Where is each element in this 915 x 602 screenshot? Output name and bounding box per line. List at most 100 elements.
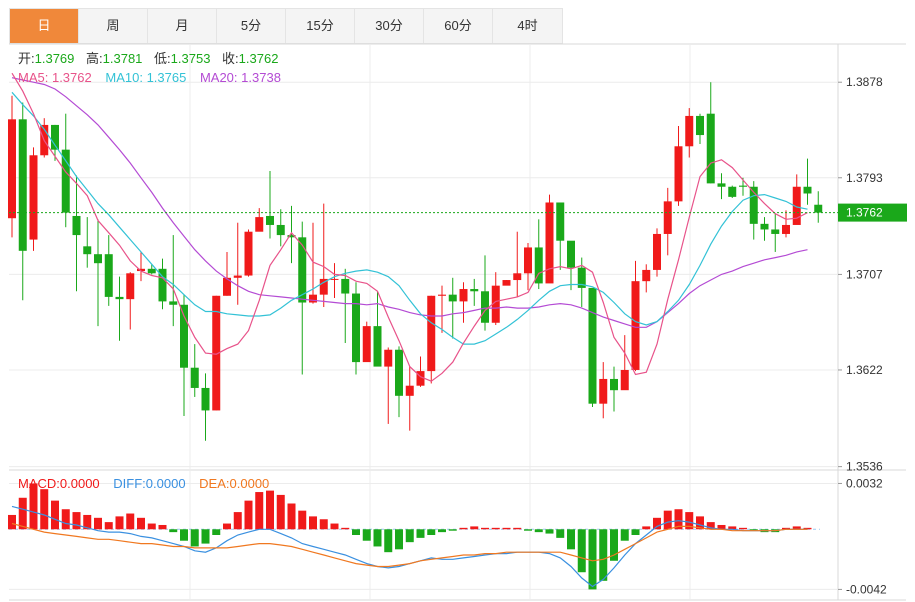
candle-body [653, 233, 661, 270]
candle-body [771, 229, 780, 234]
macd-bar [470, 526, 479, 530]
candle-body [706, 113, 715, 184]
macd-bar [137, 517, 145, 530]
candle-body [642, 269, 651, 282]
macd-bar [40, 489, 49, 530]
price-tick-label: 1.3793 [846, 171, 883, 185]
macd-bar [180, 529, 188, 541]
candle-body [502, 280, 511, 286]
macd-bar [201, 529, 210, 544]
macd-bar [577, 529, 586, 573]
macd-value: 0.0000 [60, 476, 100, 491]
macd-bar [255, 492, 264, 530]
candle-body [8, 119, 16, 219]
candle-body [459, 289, 468, 302]
price-tick-label: 1.3878 [846, 75, 883, 89]
macd-bar [233, 512, 242, 530]
macd-bar [438, 529, 446, 533]
ma5-label: MA5: [18, 70, 48, 85]
high-value: 1.3781 [103, 51, 143, 66]
diff-label: DIFF: [113, 476, 146, 491]
macd-bar [126, 513, 135, 530]
macd-bar [352, 529, 360, 535]
macd-bar [147, 523, 156, 530]
candle-body [674, 146, 683, 202]
macd-bar [491, 527, 500, 530]
candle-body [696, 115, 704, 136]
macd-bar [158, 524, 167, 530]
macd-panel [8, 483, 820, 590]
macd-bar [739, 527, 747, 530]
ma5-value: 1.3762 [52, 70, 92, 85]
panel-borders [9, 43, 906, 601]
open-label: 开: [18, 51, 35, 66]
macd-bar [244, 500, 253, 530]
candle-body [760, 223, 769, 230]
candle-body [395, 349, 403, 396]
macd-bar [223, 523, 231, 530]
candle-body [18, 119, 27, 251]
macd-label: MACD: [18, 476, 60, 491]
ma-legend: MA5: 1.3762 MA10: 1.3765 MA20: 1.3738 [18, 70, 281, 85]
candle-body [814, 204, 823, 213]
candle-body [524, 247, 532, 274]
macd-bar [513, 527, 522, 530]
macd-bar [72, 512, 81, 530]
candle-body [180, 304, 188, 368]
candle-body [631, 281, 640, 370]
candlestick-chart: 1.3878 1.3793 1.3707 1.3622 1.3536 0.0032 -0.0… [8, 43, 907, 601]
dea-value: 0.0000 [230, 476, 270, 491]
ma20-legend: MA20: 1.3738 [200, 70, 281, 85]
candle-body [29, 155, 38, 240]
candle-body [201, 387, 210, 411]
candle-body [190, 367, 199, 388]
candle-body [481, 291, 489, 323]
candle-body [266, 215, 274, 225]
candle-body [233, 275, 242, 278]
macd-bar [459, 527, 468, 530]
macd-bar [416, 529, 425, 538]
candle-body [94, 254, 102, 264]
diff-legend-item: DIFF:0.0000 [113, 476, 185, 491]
macd-bar [524, 529, 532, 531]
candle-body [739, 185, 747, 187]
candle-body [663, 201, 672, 234]
diff-value: 0.0000 [146, 476, 186, 491]
ma10-label: MA10: [105, 70, 143, 85]
candle-body [72, 215, 81, 236]
candle-body [405, 385, 414, 396]
candle-body [61, 149, 70, 213]
macd-bar [405, 529, 414, 543]
price-tick-label: 1.3622 [846, 363, 883, 377]
macd-bar [567, 529, 575, 550]
price-axis: 1.3878 1.3793 1.3707 1.3622 1.3536 0.0032 -0.0… [838, 75, 887, 596]
dea-label: DEA: [199, 476, 229, 491]
candle-body [276, 224, 285, 236]
macd-bar [8, 514, 16, 530]
ohlc-legend: 开:1.3769 高:1.3781 低:1.3753 收:1.3762 [18, 51, 278, 66]
macd-bar [18, 497, 27, 530]
price-tick-label: 1.3707 [846, 267, 883, 281]
low-label: 低: [154, 51, 171, 66]
ma10-value: 1.3765 [147, 70, 187, 85]
ma10-legend: MA10: 1.3765 [105, 70, 186, 85]
candle-body [83, 246, 92, 255]
macd-bar [384, 529, 393, 553]
macd-bar [545, 529, 554, 534]
last-price-label: 1.3762 [846, 206, 883, 220]
macd-bar [481, 527, 489, 530]
macd-tick-label: 0.0032 [846, 476, 883, 490]
macd-bar [663, 510, 672, 530]
candle-body [169, 301, 178, 305]
candle-body [115, 296, 124, 300]
candle-body [610, 378, 618, 391]
dea-legend-item: DEA:0.0000 [199, 476, 269, 491]
candle-body [438, 294, 446, 296]
candle-body [620, 369, 629, 391]
macd-bar [373, 529, 382, 547]
candle-body [588, 287, 597, 404]
candle-body [126, 273, 135, 300]
macd-legend-item: MACD:0.0000 [18, 476, 100, 491]
macd-bar [330, 523, 339, 530]
macd-bar [309, 516, 317, 530]
